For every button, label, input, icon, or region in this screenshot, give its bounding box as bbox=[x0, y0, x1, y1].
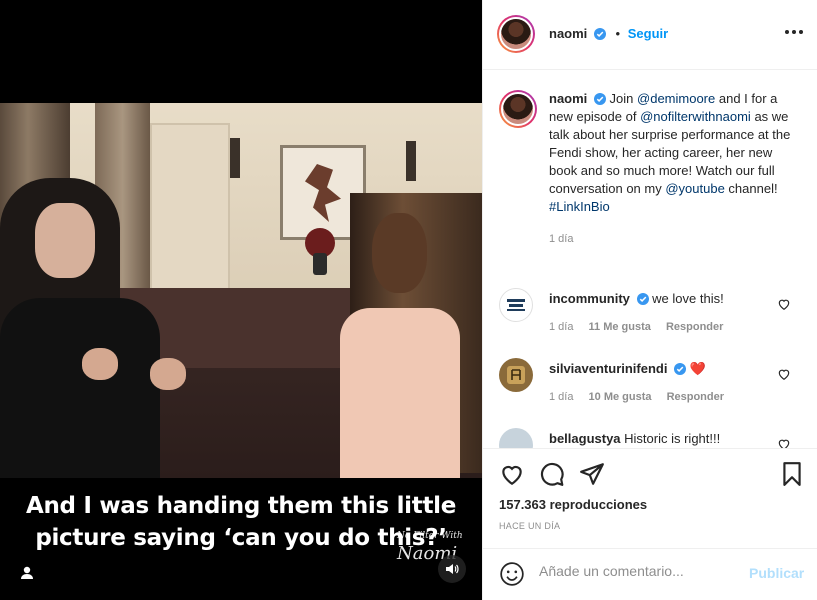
avatar[interactable] bbox=[497, 15, 535, 53]
avatar[interactable] bbox=[499, 90, 537, 128]
caption-time[interactable]: 1 día bbox=[549, 230, 799, 248]
comment-item: incommunity we love this! 1 día 11 Me gu… bbox=[499, 288, 804, 348]
person-icon[interactable] bbox=[17, 563, 37, 583]
comment-text: we love this! bbox=[652, 291, 724, 306]
avatar[interactable] bbox=[499, 428, 533, 448]
post-date[interactable]: HACE UN DÍA bbox=[499, 521, 560, 531]
share-paper-plane-icon[interactable] bbox=[579, 461, 605, 487]
mention-link[interactable]: @youtube bbox=[665, 181, 724, 196]
comment-username[interactable]: incommunity bbox=[549, 291, 630, 306]
reply-button[interactable]: Responder bbox=[667, 391, 724, 403]
comment-item: silviaventurinifendi ❤️ 1 día 10 Me gust… bbox=[499, 358, 804, 418]
guest-figure bbox=[0, 298, 160, 478]
hashtag-link[interactable]: #LinkInBio bbox=[549, 199, 610, 214]
comments-list[interactable]: naomi Join @demimoore and I for a new ep… bbox=[483, 70, 817, 448]
comment-time[interactable]: 1 día bbox=[549, 321, 573, 333]
like-comment-heart-icon[interactable] bbox=[777, 437, 791, 448]
comment-input[interactable] bbox=[539, 563, 739, 579]
comment-item: bellagustya Historic is right!!! bbox=[499, 428, 804, 448]
video-frame bbox=[0, 103, 482, 478]
mention-link[interactable]: @nofilterwithnaomi bbox=[640, 109, 751, 124]
instagram-post-view: And I was handing them this little pictu… bbox=[0, 0, 817, 600]
caption-username[interactable]: naomi bbox=[549, 91, 587, 106]
reply-button[interactable]: Responder bbox=[666, 321, 723, 333]
save-bookmark-icon[interactable] bbox=[779, 461, 805, 487]
comment-time[interactable]: 1 día bbox=[549, 391, 573, 403]
verified-badge-icon bbox=[636, 293, 649, 305]
like-comment-heart-icon[interactable] bbox=[777, 297, 791, 311]
comment-likes[interactable]: 11 Me gusta bbox=[589, 321, 651, 333]
speaker-icon[interactable] bbox=[438, 555, 466, 583]
comment-composer: Publicar bbox=[483, 548, 817, 600]
like-heart-icon[interactable] bbox=[499, 461, 525, 487]
verified-badge-icon bbox=[593, 28, 606, 40]
avatar[interactable] bbox=[499, 288, 533, 322]
verified-badge-icon bbox=[593, 93, 606, 105]
post-header: naomi • Seguir bbox=[483, 0, 817, 70]
post-actions: 157.363 reproducciones HACE UN DÍA bbox=[483, 448, 817, 548]
more-options-icon[interactable] bbox=[785, 30, 803, 34]
separator-dot: • bbox=[615, 26, 621, 41]
comment-text: ❤️ bbox=[689, 361, 706, 376]
verified-badge-icon bbox=[674, 363, 687, 375]
follow-button[interactable]: Seguir bbox=[628, 26, 668, 41]
post-side-panel: naomi • Seguir naomi Join @demimoore and… bbox=[482, 0, 817, 600]
host-figure bbox=[340, 308, 460, 478]
emoji-icon[interactable] bbox=[499, 561, 525, 587]
comment-likes[interactable]: 10 Me gusta bbox=[589, 391, 652, 403]
comment-username[interactable]: bellagustya bbox=[549, 431, 621, 446]
video-player[interactable]: And I was handing them this little pictu… bbox=[0, 0, 482, 600]
avatar[interactable] bbox=[499, 358, 533, 392]
comment-username[interactable]: silviaventurinifendi bbox=[549, 361, 667, 376]
mention-link[interactable]: @demimoore bbox=[637, 91, 715, 106]
publish-button[interactable]: Publicar bbox=[749, 565, 804, 581]
comment-text: Historic is right!!! bbox=[624, 431, 721, 446]
like-comment-heart-icon[interactable] bbox=[777, 367, 791, 381]
comment-bubble-icon[interactable] bbox=[539, 461, 565, 487]
header-username[interactable]: naomi bbox=[549, 26, 587, 41]
view-count[interactable]: 157.363 reproducciones bbox=[499, 497, 647, 512]
